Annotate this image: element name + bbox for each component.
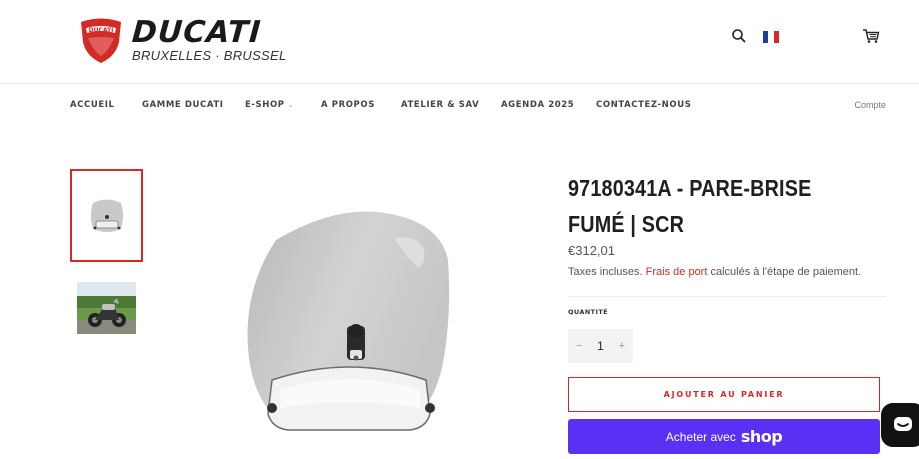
motorcycle-thumb-image	[77, 282, 136, 334]
shop-pay-button[interactable]: Acheter avec shop	[568, 419, 880, 454]
ducati-logo[interactable]: DUCATI DUCATI BRUXELLES · BRUSSEL	[78, 15, 287, 64]
shield-label: DUCATI	[89, 27, 114, 34]
divider	[568, 296, 886, 297]
thumbnail-motorcycle[interactable]	[77, 282, 136, 334]
windscreen-thumb-image	[90, 199, 123, 232]
tax-note: Taxes incluses. Frais de port calculés à…	[568, 266, 861, 278]
brand-text: DUCATI BRUXELLES · BRUSSEL	[130, 15, 287, 63]
nav-item-gamme-ducati[interactable]: GAMME DUCATI	[142, 100, 224, 110]
quantity-input[interactable]: 1	[597, 339, 604, 353]
product-price: €312,01	[568, 243, 615, 258]
windscreen-image	[247, 211, 450, 431]
shop-pay-label: Acheter avec	[665, 429, 736, 444]
qty-decrease-button[interactable]: −	[576, 340, 582, 352]
shop-pay-logo: shop	[740, 427, 783, 446]
nav-item-atelier-sav[interactable]: ATELIER & SAV	[401, 100, 479, 110]
tax-prefix: Taxes incluses.	[568, 266, 646, 278]
nav-item-accueil[interactable]: ACCUEIL	[70, 100, 115, 110]
shipping-link[interactable]: Frais de port	[646, 266, 708, 278]
main-navigation: ACCUEIL GAMME DUCATI E-SHOP ⌄ A PROPOS AT…	[0, 85, 919, 125]
quantity-stepper: − 1 +	[568, 329, 633, 363]
ducati-shield-icon: DUCATI	[81, 18, 121, 63]
chat-icon	[894, 417, 912, 431]
thumbnail-windscreen[interactable]	[70, 169, 143, 262]
tax-suffix: calculés à l'étape de paiement.	[707, 266, 862, 278]
nav-item-a-propos[interactable]: A PROPOS	[321, 100, 375, 110]
nav-item-contactez-nous[interactable]: CONTACTEZ-NOUS	[596, 100, 691, 110]
cart-icon[interactable]	[862, 28, 880, 44]
chevron-down-icon: ⌄	[287, 101, 295, 109]
nav-item-agenda-2025[interactable]: AGENDA 2025	[501, 100, 574, 110]
nav-item-e-shop-label: E-SHOP	[245, 100, 285, 110]
search-icon[interactable]	[731, 28, 747, 44]
brand-name: DUCATI	[130, 15, 263, 50]
nav-item-e-shop[interactable]: E-SHOP ⌄	[245, 100, 294, 110]
brand-subtitle: BRUXELLES · BRUSSEL	[132, 48, 287, 63]
product-main-image[interactable]	[180, 168, 518, 459]
account-link[interactable]: Compte	[854, 100, 886, 110]
flag-fr-icon[interactable]	[763, 31, 779, 43]
product-title: 97180341A - PARE-BRISE FUMÉ | SCR	[568, 175, 812, 237]
quantity-label: QUANTITÉ	[568, 308, 609, 316]
chat-widget-button[interactable]	[881, 403, 919, 447]
qty-increase-button[interactable]: +	[619, 340, 625, 352]
add-to-cart-button[interactable]: AJOUTER AU PANIER	[568, 377, 880, 412]
site-header: DUCATI DUCATI BRUXELLES · BRUSSEL	[0, 0, 919, 84]
